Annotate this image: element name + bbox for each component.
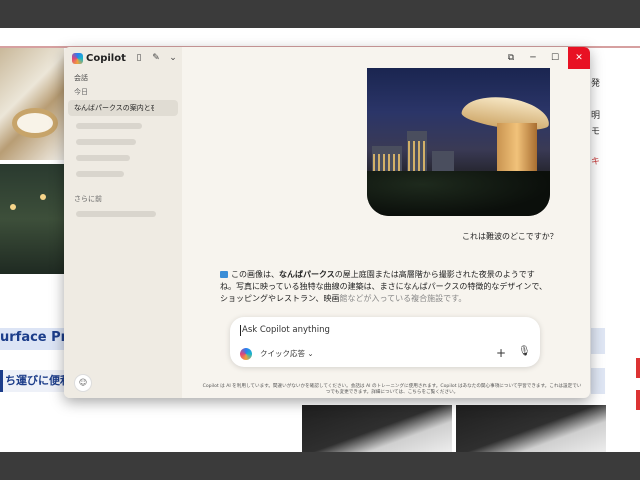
more-options-icon[interactable]: … <box>74 102 154 111</box>
attach-plus-button[interactable]: + <box>496 346 506 360</box>
bg-box <box>591 368 605 394</box>
bg-heading-portable: ち運びに便利 <box>0 370 71 392</box>
section-earlier: さらに前 <box>74 195 102 203</box>
assistant-message: この画像は、なんばパークスの屋上庭園または高層階から撮影された夜景のようですね。… <box>220 269 550 305</box>
popout-icon[interactable]: ⧉ <box>500 47 522 69</box>
conversation-item[interactable] <box>76 211 156 217</box>
product-photo-ring <box>0 48 64 160</box>
microphone-icon[interactable]: 🎙 <box>518 346 531 357</box>
mode-label: クイック応答 <box>260 349 305 358</box>
bg-red-tab <box>636 390 640 410</box>
chevron-down-icon: ⌄ <box>307 349 314 358</box>
uploaded-night-photo[interactable] <box>367 68 550 216</box>
ai-disclaimer: Copilot は AI を利用しています。間違いがないかを確認してください。会… <box>202 384 582 395</box>
chevron-down-icon[interactable]: ⌄ <box>168 53 178 63</box>
user-message: これは難波のどこですか？ <box>462 232 558 241</box>
bg-char: 明 <box>591 111 601 121</box>
chat-pane: ⧉ ─ ☐ ✕ これは難波のどこですか？ この画像は、なんばパークスの屋上庭園ま… <box>182 47 590 398</box>
user-icon: ☺ <box>78 378 88 387</box>
section-today: 今日 <box>74 88 88 96</box>
conversation-item-active[interactable]: なんばパークスの案内と夜... … <box>68 100 178 116</box>
message-composer[interactable]: Ask Copilot anything クイック応答 ⌄ + 🎙 <box>230 317 540 367</box>
bottom-dark-bar <box>0 452 640 480</box>
mode-dropdown[interactable]: クイック応答 ⌄ <box>260 348 314 359</box>
copilot-window: Copilot ▯ ✎ ⌄ 会話 今日 なんばパークスの案内と夜... … さら… <box>64 47 590 398</box>
copilot-logo-icon <box>72 53 83 64</box>
top-dark-bar <box>0 0 640 28</box>
bg-office-photo <box>456 405 606 452</box>
conversation-item[interactable] <box>76 139 136 145</box>
restaurant-photo <box>0 164 64 274</box>
close-button[interactable]: ✕ <box>568 47 590 69</box>
conversation-item[interactable] <box>76 155 130 161</box>
copilot-logo: Copilot <box>72 53 126 64</box>
minimize-button[interactable]: ─ <box>522 47 544 69</box>
ai-text-faded: 館などが入っている複合施設です。 <box>339 294 467 303</box>
maximize-button[interactable]: ☐ <box>544 47 566 69</box>
bg-char: キ <box>591 157 601 167</box>
sidebar-toggle-icon[interactable]: ▯ <box>134 53 144 63</box>
bg-box <box>591 328 605 354</box>
map-icon <box>220 271 228 278</box>
bg-heading-surface: urface Pro <box>0 328 76 350</box>
bg-char: 発 <box>591 79 601 89</box>
new-chat-icon[interactable]: ✎ <box>151 53 161 63</box>
profile-button[interactable]: ☺ <box>74 374 92 392</box>
copilot-mode-icon[interactable] <box>240 348 252 360</box>
section-conversations: 会話 <box>74 74 88 82</box>
conversation-item[interactable] <box>76 123 142 129</box>
composer-input[interactable]: Ask Copilot anything <box>240 325 330 336</box>
sidebar: Copilot ▯ ✎ ⌄ 会話 今日 なんばパークスの案内と夜... … さら… <box>64 47 182 398</box>
ai-text-intro: この画像は、 <box>231 270 279 279</box>
conversation-item[interactable] <box>76 171 124 177</box>
app-title: Copilot <box>86 53 126 64</box>
bg-char: モ <box>591 127 601 137</box>
bg-red-tab <box>636 358 640 378</box>
bg-office-photo <box>302 405 452 452</box>
ai-text-bold: なんばパークス <box>279 270 335 279</box>
